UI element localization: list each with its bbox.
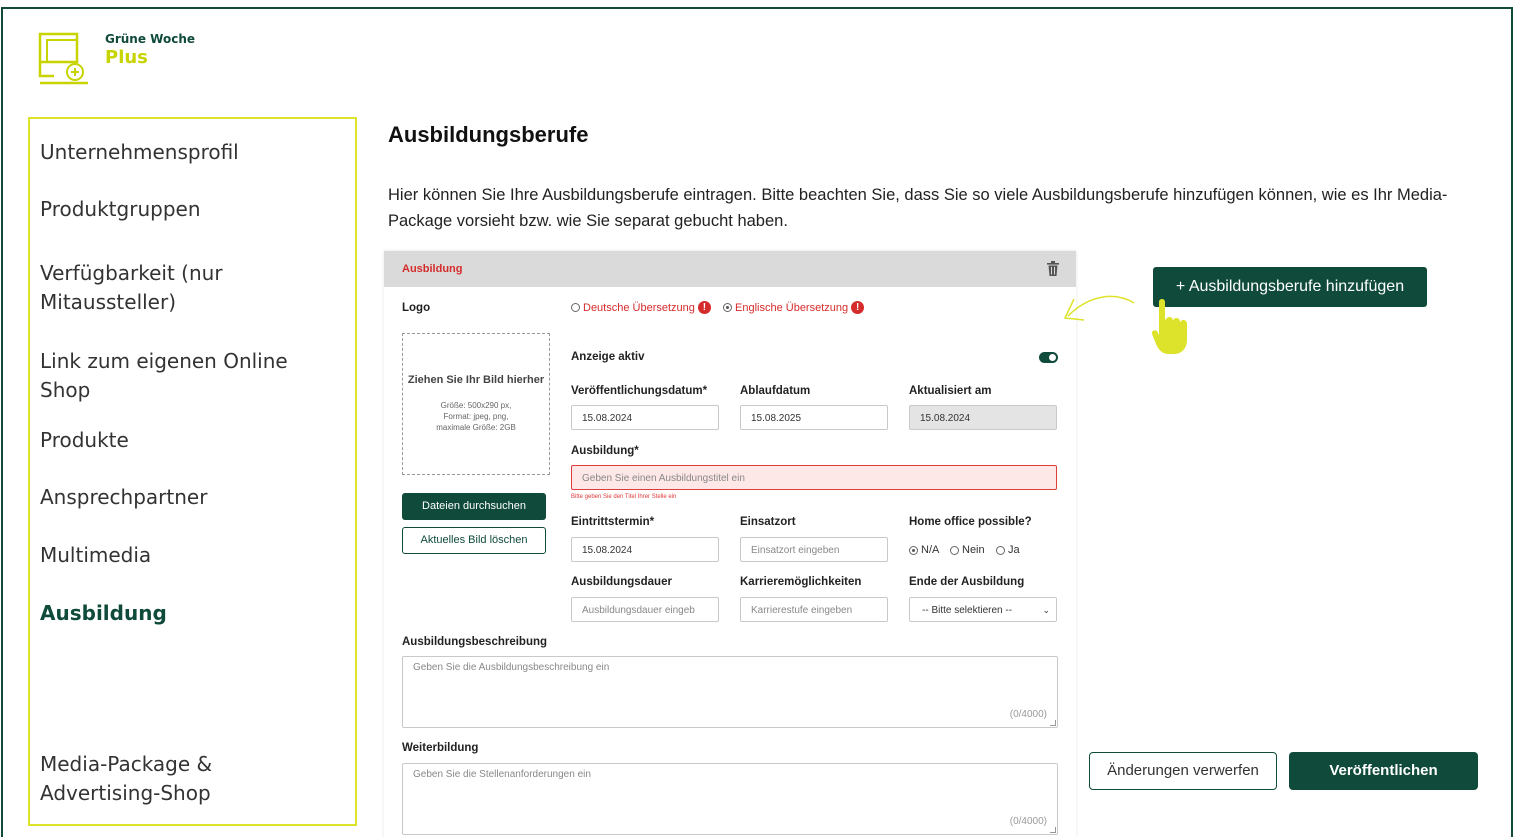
publish-button[interactable]: Veröffentlichen (1289, 752, 1478, 790)
radio-german-translation[interactable]: Deutsche Übersetzung ! (571, 301, 711, 314)
home-office-label: Home office possible? (909, 516, 1032, 528)
resize-handle-icon[interactable] (1050, 827, 1056, 833)
expiry-date-field[interactable]: 15.08.2025 (740, 405, 888, 430)
add-training-button[interactable]: + Ausbildungsberufe hinzufügen (1153, 267, 1427, 307)
exclamation-icon: ! (697, 301, 711, 314)
radio-dot (950, 545, 959, 555)
training-title-label: Ausbildung* (571, 445, 639, 457)
end-select-value: -- Bitte selektieren -- (922, 605, 1013, 616)
page-intro: Hier können Sie Ihre Ausbildungsberufe e… (388, 186, 1448, 230)
sidebar-item-media-package[interactable]: Media-Package & Advertising-Shop (40, 750, 290, 808)
chevron-down-icon: ⌄ (1042, 605, 1050, 615)
location-input[interactable]: Einsatzort eingeben (740, 537, 888, 562)
resize-handle-icon[interactable] (1050, 720, 1056, 726)
sidebar-item-online-shop[interactable]: Link zum eigenen Online Shop (40, 347, 310, 405)
active-label: Anzeige aktiv (571, 351, 645, 363)
dropzone-info: Größe: 500x290 px, Format: jpeg, png, ma… (436, 401, 516, 432)
sidebar-item-ansprechpartner[interactable]: Ansprechpartner (40, 483, 340, 512)
career-input[interactable]: Karrierestufe eingeben (740, 597, 888, 622)
image-dropzone[interactable]: Ziehen Sie Ihr Bild hierher Größe: 500x2… (402, 333, 550, 475)
sidebar-item-verfuegbarkeit[interactable]: Verfügbarkeit (nur Mitaussteller) (40, 259, 290, 317)
home-office-na[interactable]: N/A (909, 544, 939, 556)
brand-logo[interactable]: Grüne Woche Plus (38, 31, 198, 87)
sidebar-item-ausbildung[interactable]: Ausbildung (40, 599, 340, 628)
radio-dot (571, 303, 580, 312)
radio-dot-selected (909, 545, 918, 555)
active-toggle[interactable] (1039, 352, 1058, 363)
curved-arrow-icon (1063, 295, 1135, 321)
card-title: Ausbildung (402, 263, 463, 275)
home-office-ja-label: Ja (1008, 544, 1020, 556)
further-placeholder: Geben Sie die Stellenanforderungen ein (413, 769, 591, 780)
publish-date-field[interactable]: 15.08.2024 (571, 405, 719, 430)
card-header: Ausbildung (384, 251, 1076, 287)
exclamation-icon: ! (851, 301, 865, 314)
career-label: Karrieremöglichkeiten (740, 576, 862, 588)
publish-date-label: Veröffentlichungsdatum* (571, 385, 708, 397)
training-card: Ausbildung Logo Deutsche Übersetzung ! E… (384, 251, 1076, 837)
description-counter: (0/4000) (1009, 709, 1047, 720)
location-label: Einsatzort (740, 516, 796, 528)
home-office-ja[interactable]: Ja (996, 544, 1020, 556)
radio-dot (996, 545, 1005, 555)
description-textarea[interactable]: Geben Sie die Ausbildungsbeschreibung ei… (402, 656, 1058, 728)
sidebar-item-unternehmensprofil[interactable]: Unternehmensprofil (40, 138, 340, 167)
start-date-label: Eintrittstermin* (571, 516, 655, 528)
page-title: Ausbildungsberufe (388, 122, 589, 147)
dropzone-title: Ziehen Sie Ihr Bild hierher (407, 374, 545, 386)
sidebar-item-multimedia[interactable]: Multimedia (40, 541, 340, 570)
start-date-field[interactable]: 15.08.2024 (571, 537, 719, 562)
discard-changes-button[interactable]: Änderungen verwerfen (1089, 752, 1277, 790)
updated-field: 15.08.2024 (909, 405, 1057, 430)
sidebar-nav: Unternehmensprofil Produktgruppen Verfüg… (28, 117, 357, 826)
browse-files-button[interactable]: Dateien durchsuchen (402, 493, 546, 520)
training-title-input[interactable]: Geben Sie einen Ausbildungstitel ein (571, 465, 1057, 490)
further-label: Weiterbildung (402, 742, 479, 754)
end-select[interactable]: -- Bitte selektieren -- ⌄ (909, 597, 1057, 622)
trash-icon[interactable] (1046, 261, 1060, 277)
home-office-nein-label: Nein (962, 544, 985, 556)
pointing-hand-icon (1151, 299, 1187, 354)
radio-english-translation[interactable]: Englische Übersetzung ! (723, 301, 865, 314)
further-textarea[interactable]: Geben Sie die Stellenanforderungen ein (… (402, 763, 1058, 835)
sidebar-item-produktgruppen[interactable]: Produktgruppen (40, 195, 340, 224)
description-label: Ausbildungsbeschreibung (402, 636, 548, 648)
further-counter: (0/4000) (1009, 816, 1047, 827)
duration-input[interactable]: Ausbildungsdauer eingeb (571, 597, 719, 622)
updated-label: Aktualisiert am (909, 385, 992, 397)
german-translation-label: Deutsche Übersetzung (583, 301, 695, 314)
english-translation-label: Englische Übersetzung (735, 301, 849, 314)
end-label: Ende der Ausbildung (909, 576, 1025, 588)
home-office-nein[interactable]: Nein (950, 544, 985, 556)
home-office-na-label: N/A (921, 544, 940, 556)
logo-label: Logo (402, 302, 431, 314)
brand-name-top: Grüne Woche (105, 32, 196, 46)
delete-image-button[interactable]: Aktuelles Bild löschen (402, 527, 546, 554)
expiry-date-label: Ablaufdatum (740, 385, 811, 397)
duration-label: Ausbildungsdauer (571, 576, 672, 588)
radio-dot-selected (723, 303, 732, 312)
training-title-error: Bitte geben Sie den Titel Ihrer Stelle e… (571, 494, 677, 500)
brand-name-bottom: Plus (105, 47, 148, 68)
description-placeholder: Geben Sie die Ausbildungsbeschreibung ei… (413, 662, 610, 673)
monitor-plus-icon (38, 32, 88, 85)
sidebar-item-produkte[interactable]: Produkte (40, 426, 340, 455)
